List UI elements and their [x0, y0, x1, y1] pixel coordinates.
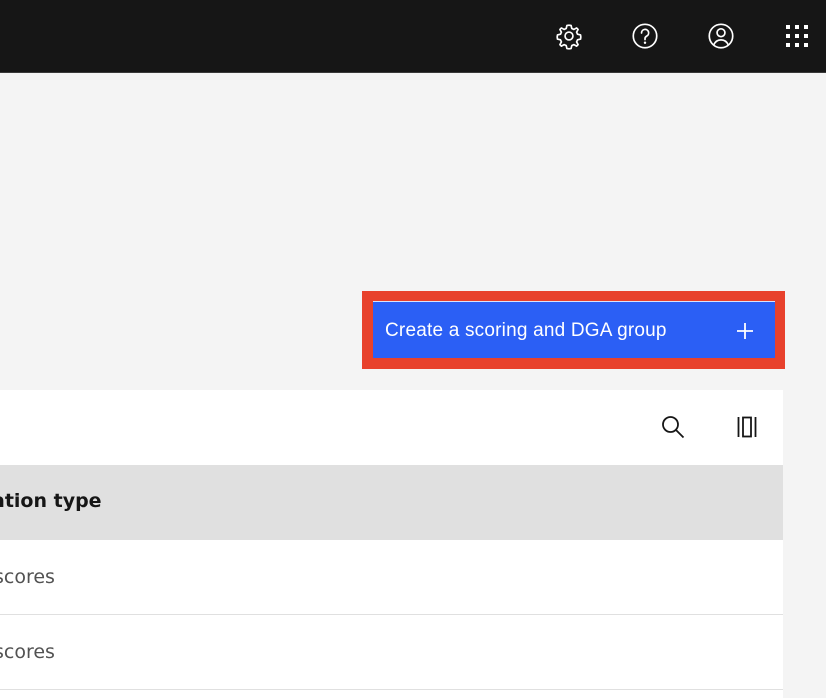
create-button-label: Create a scoring and DGA group — [385, 320, 667, 341]
user-avatar-icon — [708, 23, 734, 49]
data-table: ation type scores scores — [0, 390, 783, 698]
user-profile-button[interactable] — [683, 0, 759, 72]
table-cell-type: scores — [0, 641, 55, 663]
column-settings-icon — [737, 416, 757, 438]
column-settings-button[interactable] — [725, 405, 769, 449]
settings-button[interactable] — [531, 0, 607, 72]
table-header-row: ation type — [0, 465, 783, 540]
table-cell-type: scores — [0, 566, 55, 588]
gear-icon — [556, 24, 582, 50]
top-header-bar — [0, 0, 826, 73]
table-row[interactable]: scores — [0, 615, 783, 690]
app-switcher-icon — [786, 25, 808, 47]
table-search-button[interactable] — [651, 405, 695, 449]
help-icon — [632, 23, 658, 49]
help-button[interactable] — [607, 0, 683, 72]
column-header-type[interactable]: ation type — [0, 490, 102, 512]
plus-icon — [737, 323, 753, 339]
table-row[interactable]: scores — [0, 540, 783, 615]
table-toolbar — [0, 390, 783, 465]
create-scoring-dga-group-button[interactable]: Create a scoring and DGA group — [373, 301, 775, 358]
search-icon — [662, 416, 685, 439]
app-switcher-button[interactable] — [759, 0, 826, 72]
